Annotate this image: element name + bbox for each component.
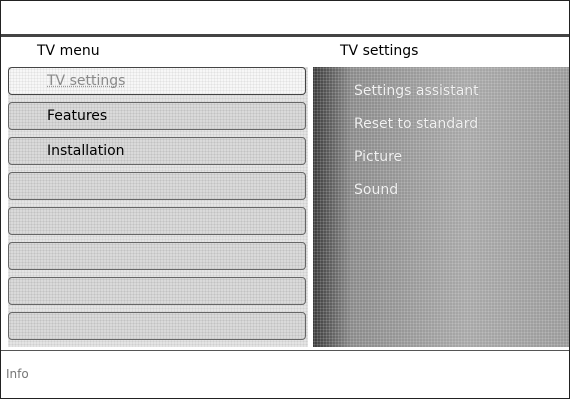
- menu-item-features[interactable]: Features: [8, 102, 306, 130]
- main-menu-panel: TV settings Features Installation: [8, 67, 308, 347]
- menu-item-installation[interactable]: Installation: [8, 137, 306, 165]
- submenu-item-settings-assistant[interactable]: Settings assistant: [354, 83, 479, 99]
- submenu-title: TV settings: [340, 43, 419, 59]
- top-divider: [1, 34, 569, 37]
- menu-title: TV menu: [37, 43, 100, 59]
- info-divider: [1, 350, 569, 351]
- menu-item-label: Features: [47, 108, 108, 124]
- info-label: Info: [6, 367, 29, 381]
- submenu-panel: Settings assistant Reset to standard Pic…: [313, 67, 569, 347]
- submenu-item-picture[interactable]: Picture: [354, 149, 402, 165]
- menu-item-label: Installation: [47, 143, 125, 159]
- submenu-item-reset-to-standard[interactable]: Reset to standard: [354, 116, 478, 132]
- menu-item-empty: [8, 242, 306, 270]
- menu-item-label: TV settings: [47, 73, 126, 89]
- menu-item-empty: [8, 277, 306, 305]
- menu-item-empty: [8, 207, 306, 235]
- menu-item-empty: [8, 172, 306, 200]
- menu-item-tv-settings[interactable]: TV settings: [8, 67, 306, 95]
- menu-item-empty: [8, 312, 306, 340]
- top-bar: [1, 1, 569, 34]
- submenu-item-sound[interactable]: Sound: [354, 182, 398, 198]
- tv-menu-screen: TV menu TV settings TV settings Features…: [0, 0, 570, 399]
